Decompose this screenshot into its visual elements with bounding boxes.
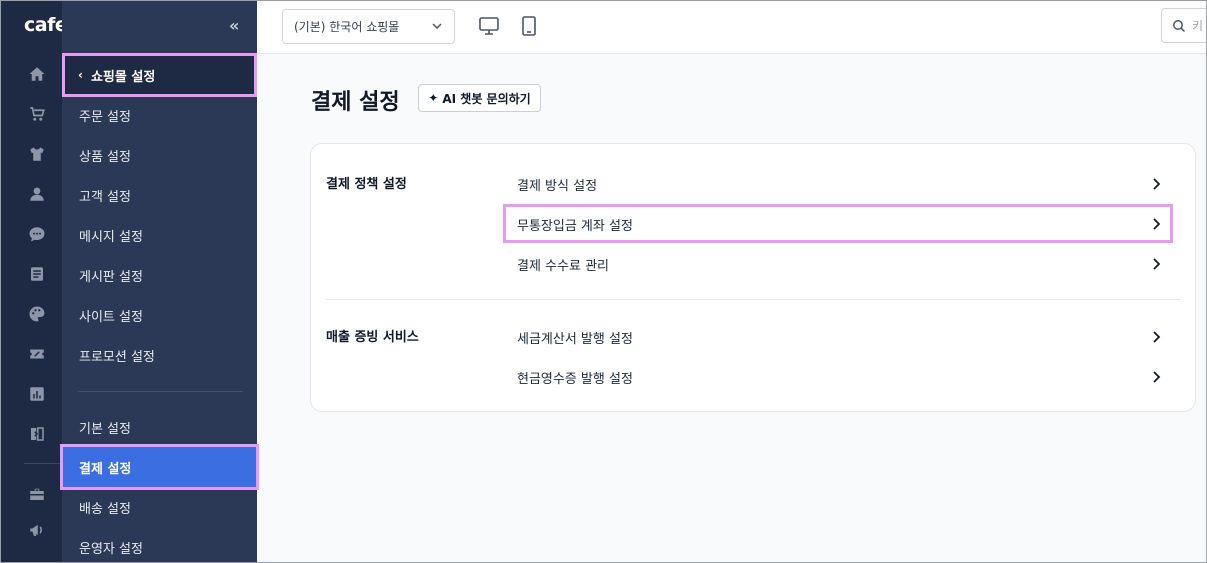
search-placeholder: 키 [1192, 19, 1204, 33]
link-bank-account[interactable]: 무통장입금 계좌 설정 [505, 208, 1170, 240]
link-payment-method[interactable]: 결제 방식 설정 [505, 168, 1170, 200]
card-divider [326, 299, 1180, 300]
ai-chatbot-label: AI 챗봇 문의하기 [442, 91, 531, 106]
menu-back-label: 쇼핑몰 설정 [90, 69, 156, 85]
chat-icon[interactable] [24, 221, 50, 247]
coupon-icon[interactable] [24, 341, 50, 367]
mobile-preview-icon[interactable] [518, 15, 540, 37]
group-label-payment-policy: 결제 정책 설정 [326, 177, 407, 192]
link-label: 세금계산서 발행 설정 [517, 331, 633, 347]
palette-icon[interactable] [24, 301, 50, 327]
chevron-right-icon [1153, 331, 1161, 343]
link-payment-fee[interactable]: 결제 수수료 관리 [505, 248, 1170, 280]
stats-icon[interactable] [24, 381, 50, 407]
search-icon [1173, 19, 1186, 32]
chevron-right-icon [1153, 218, 1161, 230]
cart-icon[interactable] [24, 101, 50, 127]
board-icon[interactable] [24, 261, 50, 287]
page-title: 결제 설정 [311, 90, 400, 115]
menu-divider [78, 391, 243, 392]
link-label: 결제 방식 설정 [517, 178, 598, 194]
chevron-right-icon [1153, 371, 1161, 383]
chevron-down-icon [432, 23, 442, 30]
toolbox-icon[interactable] [24, 481, 50, 507]
megaphone-icon[interactable] [24, 517, 50, 543]
search-input[interactable]: 키 [1161, 8, 1207, 43]
sidebar-item-basic[interactable]: 기본 설정 [62, 407, 257, 447]
chevron-right-icon [1153, 178, 1161, 190]
sidebar-item-board[interactable]: 게시판 설정 [62, 255, 257, 295]
sidebar-item-order[interactable]: 주문 설정 [62, 95, 257, 135]
sidebar-item-payment[interactable]: 결제 설정 [62, 447, 257, 487]
link-label: 무통장입금 계좌 설정 [517, 218, 633, 234]
sidebar-item-shipping[interactable]: 배송 설정 [62, 487, 257, 527]
sparkle-icon: ✦ [428, 91, 439, 105]
link-tax-invoice[interactable]: 세금계산서 발행 설정 [505, 321, 1170, 353]
chevron-left-icon: ‹ [78, 68, 83, 82]
sidebar-item-operator[interactable]: 운영자 설정 [62, 527, 257, 563]
tshirt-icon[interactable] [24, 141, 50, 167]
collapse-sidebar-button[interactable]: « [229, 16, 239, 35]
user-icon[interactable] [24, 181, 50, 207]
sidebar-item-customer[interactable]: 고객 설정 [62, 175, 257, 215]
link-label: 결제 수수료 관리 [517, 258, 609, 274]
sidebar-item-message[interactable]: 메시지 설정 [62, 215, 257, 255]
sidebar-item-product[interactable]: 상품 설정 [62, 135, 257, 175]
chevron-right-icon [1153, 258, 1161, 270]
desktop-preview-icon[interactable] [478, 15, 500, 37]
sidebar-item-promotion[interactable]: 프로모션 설정 [62, 335, 257, 375]
back-to-shop-settings[interactable]: ‹ 쇼핑몰 설정 [62, 55, 257, 95]
link-label: 현금영수증 발행 설정 [517, 371, 633, 387]
group-label-sales-proof: 매출 증빙 서비스 [326, 330, 419, 345]
rail-divider [24, 463, 62, 464]
app-icon[interactable] [24, 421, 50, 447]
store-select[interactable]: (기본) 한국어 쇼핑몰 [282, 9, 455, 44]
store-select-value: (기본) 한국어 쇼핑몰 [294, 20, 400, 34]
ai-chatbot-button[interactable]: ✦ AI 챗봇 문의하기 [418, 84, 541, 112]
sidebar-item-site[interactable]: 사이트 설정 [62, 295, 257, 335]
home-icon[interactable] [24, 61, 50, 87]
link-cash-receipt[interactable]: 현금영수증 발행 설정 [505, 361, 1170, 393]
